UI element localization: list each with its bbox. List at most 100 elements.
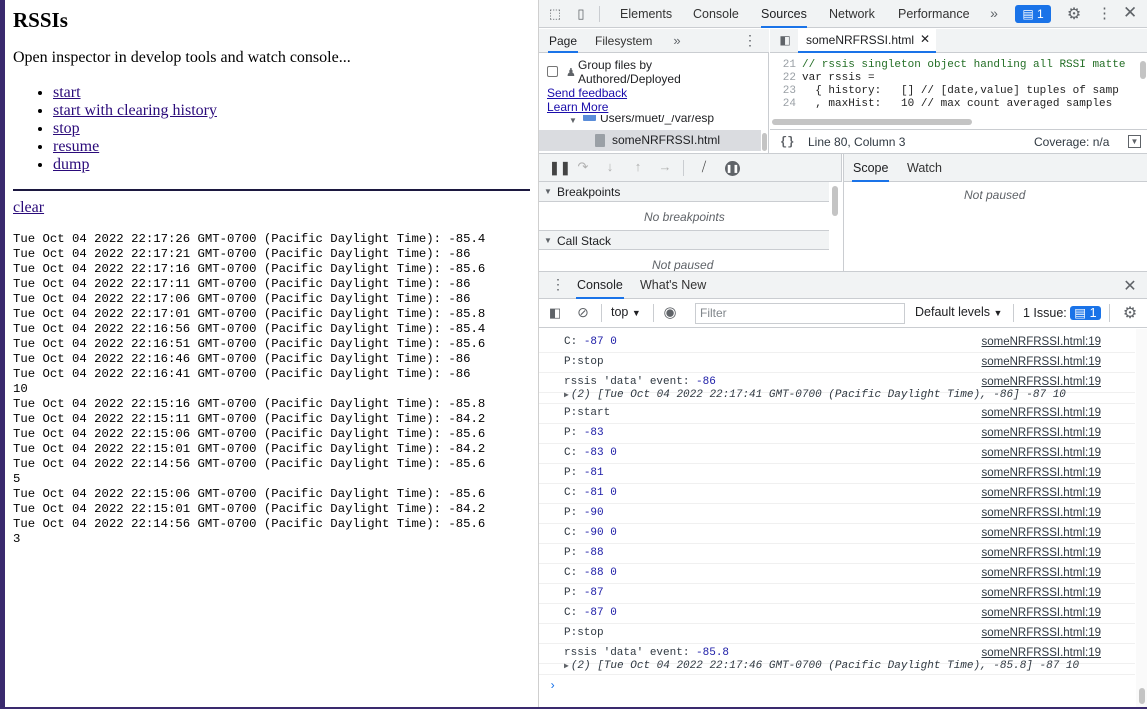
clear-console-icon[interactable]: ⊘ bbox=[575, 304, 591, 321]
more-navigator-tabs-icon[interactable]: » bbox=[671, 33, 683, 48]
live-expression-eye-icon[interactable]: ◉ bbox=[661, 303, 679, 321]
pause-on-exceptions-icon[interactable]: ❚❚ bbox=[725, 161, 740, 176]
console-source-link[interactable]: someNRFRSSI.html:19 bbox=[981, 504, 1101, 523]
console-source-link[interactable]: someNRFRSSI.html:19 bbox=[981, 584, 1101, 603]
tab-scope[interactable]: Scope bbox=[852, 154, 890, 182]
console-scroll-track[interactable] bbox=[1136, 329, 1147, 707]
console-message-value: -81 0 bbox=[583, 487, 617, 499]
close-drawer-icon[interactable]: ✕ bbox=[1123, 276, 1137, 296]
editor-file-tab[interactable]: someNRFRSSI.html ✕ bbox=[798, 29, 936, 53]
console-filter-input[interactable]: Filter bbox=[695, 303, 905, 324]
device-toolbar-icon[interactable]: ▯ bbox=[573, 6, 589, 22]
tab-network[interactable]: Network bbox=[829, 0, 875, 28]
dump-link[interactable]: dump bbox=[53, 156, 89, 173]
learn-more-link[interactable]: Learn More bbox=[547, 100, 608, 114]
pretty-print-icon[interactable]: {} bbox=[780, 130, 794, 154]
context-divider bbox=[653, 304, 654, 322]
pause-resume-icon[interactable]: ❚❚ bbox=[549, 160, 571, 176]
console-message-text: P:start bbox=[564, 407, 611, 419]
console-settings-gear-icon[interactable]: ⚙ bbox=[1121, 303, 1139, 323]
editor-file-tab-label: someNRFRSSI.html bbox=[806, 33, 915, 47]
folder-row[interactable]: ▼ Users/muet/_/var/esp bbox=[539, 115, 761, 129]
code-text: { history: [] // [date,value] tuples of … bbox=[802, 85, 1119, 97]
inspect-element-icon[interactable]: ⬚ bbox=[547, 6, 563, 22]
file-row-selected[interactable]: someNRFRSSI.html bbox=[539, 130, 761, 151]
tab-console-drawer[interactable]: Console bbox=[576, 272, 624, 299]
drawer-menu-icon[interactable]: ⋮ bbox=[551, 276, 565, 293]
tab-whats-new[interactable]: What's New bbox=[640, 272, 706, 299]
no-breakpoints-text: No breakpoints bbox=[644, 210, 725, 224]
console-source-link[interactable]: someNRFRSSI.html:19 bbox=[981, 624, 1101, 643]
console-source-link[interactable]: someNRFRSSI.html:19 bbox=[981, 353, 1101, 372]
console-source-link[interactable]: someNRFRSSI.html:19 bbox=[981, 404, 1101, 423]
close-file-tab-icon[interactable]: ✕ bbox=[920, 32, 930, 46]
rssi-log-line: Tue Oct 04 2022 22:16:51 GMT-0700 (Pacif… bbox=[13, 337, 486, 351]
start-link[interactable]: start bbox=[53, 84, 81, 101]
settings-gear-icon[interactable]: ⚙ bbox=[1065, 4, 1083, 24]
step-icon[interactable]: → bbox=[657, 159, 673, 174]
console-sidebar-icon[interactable]: ◧ bbox=[547, 305, 563, 321]
tab-sources[interactable]: Sources bbox=[761, 0, 807, 28]
console-prompt[interactable]: › bbox=[539, 675, 1135, 697]
send-feedback-link[interactable]: Send feedback bbox=[547, 86, 627, 100]
console-toolbar: ◧ ⊘ top ▼ ◉ Filter Default levels ▼ 1 Is… bbox=[539, 299, 1147, 328]
console-source-link[interactable]: someNRFRSSI.html:19 bbox=[981, 524, 1101, 543]
tab-performance[interactable]: Performance bbox=[898, 0, 970, 28]
tab-console[interactable]: Console bbox=[693, 0, 739, 28]
step-into-icon[interactable]: ↓ bbox=[603, 159, 617, 174]
toggle-debugger-sidebar-icon[interactable]: ▼ bbox=[1128, 135, 1141, 148]
clear-link[interactable]: clear bbox=[13, 199, 44, 217]
console-object-preview[interactable]: (2) [Tue Oct 04 2022 22:17:41 GMT-0700 (… bbox=[569, 389, 1066, 401]
console-message-text: P:stop bbox=[564, 356, 604, 368]
breakpoints-expand-icon: ▼ bbox=[544, 187, 552, 196]
console-message: C: -88 0 someNRFRSSI.html:19 bbox=[539, 564, 1135, 584]
console-source-link[interactable]: someNRFRSSI.html:19 bbox=[981, 464, 1101, 483]
tab-page[interactable]: Page bbox=[548, 29, 579, 53]
tab-elements[interactable]: Elements bbox=[620, 0, 672, 28]
navigator-menu-icon[interactable]: ⋮ bbox=[743, 32, 757, 49]
kebab-menu-icon[interactable]: ⋮ bbox=[1097, 4, 1112, 22]
step-out-icon[interactable]: ↑ bbox=[631, 159, 645, 174]
close-devtools-icon[interactable]: ✕ bbox=[1123, 3, 1137, 23]
issues-badge[interactable]: ▤ 1 bbox=[1015, 5, 1051, 23]
editor-horizontal-scrollbar[interactable] bbox=[772, 119, 972, 125]
console-source-link[interactable]: someNRFRSSI.html:19 bbox=[981, 604, 1101, 623]
console-drawer: ⋮ Console What's New ✕ ◧ ⊘ top ▼ ◉ Filte… bbox=[539, 271, 1147, 707]
call-stack-header[interactable]: ▼ Call Stack bbox=[539, 230, 829, 250]
start-with-clearing-link[interactable]: start with clearing history bbox=[53, 102, 217, 119]
navigator-scrollbar[interactable] bbox=[762, 133, 767, 151]
console-source-link[interactable]: someNRFRSSI.html:19 bbox=[981, 333, 1101, 352]
step-over-icon[interactable]: ↷ bbox=[575, 159, 591, 175]
stop-link[interactable]: stop bbox=[53, 120, 80, 137]
console-message-text: P: bbox=[564, 507, 584, 519]
console-object-preview[interactable]: (2) [Tue Oct 04 2022 22:17:46 GMT-0700 (… bbox=[569, 660, 1079, 672]
tab-filesystem[interactable]: Filesystem bbox=[595, 29, 652, 53]
rssi-log-line: Tue Oct 04 2022 22:16:41 GMT-0700 (Pacif… bbox=[13, 367, 471, 381]
breakpoints-header[interactable]: ▼ Breakpoints bbox=[539, 182, 829, 202]
tab-watch[interactable]: Watch bbox=[907, 154, 942, 182]
console-source-link[interactable]: someNRFRSSI.html:19 bbox=[981, 444, 1101, 463]
deactivate-breakpoints-icon[interactable]: ⧸ bbox=[695, 159, 713, 175]
console-scroll-thumb[interactable] bbox=[1139, 688, 1145, 704]
code-lines[interactable]: 21 // rssis singleton object handling all… bbox=[770, 53, 1147, 117]
more-tabs-icon[interactable]: » bbox=[987, 5, 1001, 21]
editor-vertical-scrollbar[interactable] bbox=[1140, 61, 1146, 79]
log-levels-dropdown[interactable]: Default levels ▼ bbox=[915, 305, 1002, 319]
toggle-navigator-icon[interactable]: ◧ bbox=[778, 33, 792, 47]
console-issues-button[interactable]: 1 Issue: ▤ 1 bbox=[1023, 305, 1101, 320]
console-source-link[interactable]: someNRFRSSI.html:19 bbox=[981, 544, 1101, 563]
console-message-value: -83 0 bbox=[583, 447, 617, 459]
console-message-text: P: bbox=[564, 587, 584, 599]
console-message-text: P: bbox=[564, 467, 584, 479]
folder-expand-icon[interactable]: ▼ bbox=[569, 116, 577, 125]
console-source-link[interactable]: someNRFRSSI.html:19 bbox=[981, 564, 1101, 583]
console-source-link[interactable]: someNRFRSSI.html:19 bbox=[981, 424, 1101, 443]
context-selector[interactable]: top ▼ bbox=[611, 305, 641, 319]
dump-link-item: dump bbox=[53, 156, 217, 174]
console-message: C: -87 0 someNRFRSSI.html:19 bbox=[539, 604, 1135, 624]
console-message: C: -81 0 someNRFRSSI.html:19 bbox=[539, 484, 1135, 504]
resume-link[interactable]: resume bbox=[53, 138, 99, 155]
debugger-scrollbar[interactable] bbox=[832, 186, 838, 216]
console-source-link[interactable]: someNRFRSSI.html:19 bbox=[981, 484, 1101, 503]
group-files-checkbox[interactable] bbox=[547, 66, 558, 77]
